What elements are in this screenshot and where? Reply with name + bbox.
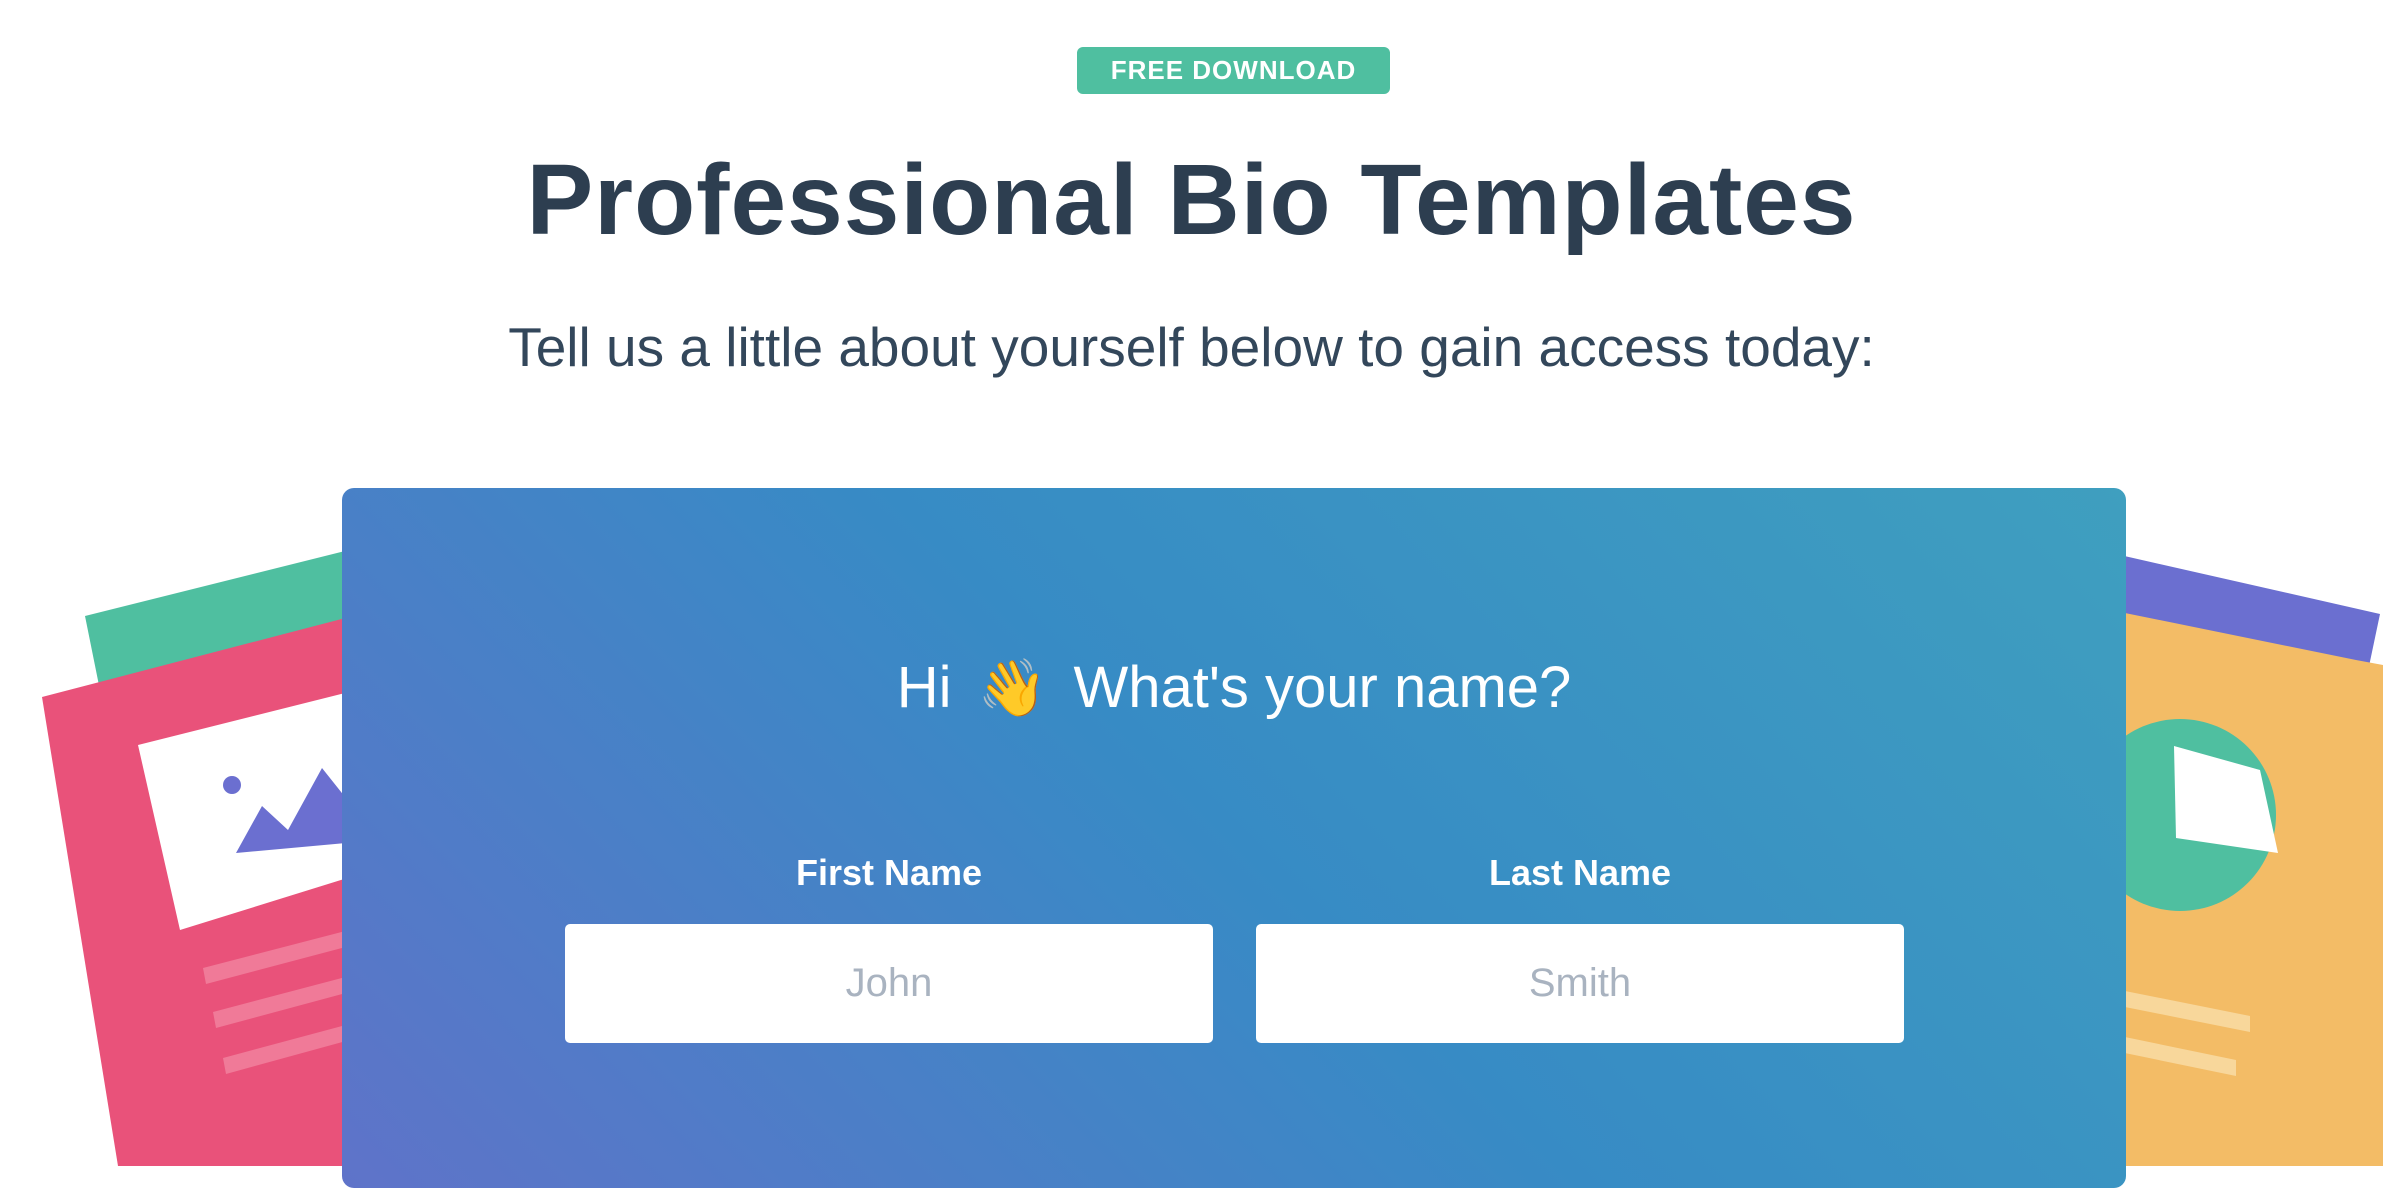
page-title: Professional Bio Templates [526,144,1857,256]
first-name-input[interactable] [565,924,1213,1043]
free-download-badge: FREE DOWNLOAD [1077,47,1390,94]
greeting-text: What's your name? [1073,655,1572,720]
last-name-field-group: Last Name [1256,848,1904,1043]
waving-hand-icon: 👋 [977,656,1048,719]
signup-form-card: Hi 👋 What's your name? First Name Last N… [342,488,2126,1188]
first-name-field-group: First Name [565,848,1213,1043]
greeting-prefix: Hi [896,655,952,720]
right-document-illustration [2084,555,2383,1166]
last-name-label: Last Name [1488,852,1672,893]
last-name-input[interactable] [1256,924,1904,1043]
page-subtitle: Tell us a little about yourself below to… [508,316,1875,378]
left-document-illustration [42,548,357,1166]
first-name-label: First Name [795,852,983,893]
form-greeting: Hi 👋 What's your name? [342,648,2126,728]
